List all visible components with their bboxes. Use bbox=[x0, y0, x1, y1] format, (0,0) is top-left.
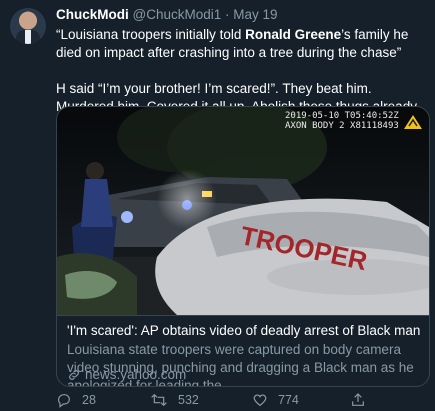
card-source[interactable]: news.yahoo.com bbox=[67, 367, 186, 382]
author-handle[interactable]: @ChuckModi1 bbox=[133, 7, 222, 22]
like-button[interactable]: 774 bbox=[252, 392, 299, 408]
camera-timestamp: 2019-05-10 T05:40:52Z bbox=[285, 111, 399, 121]
camera-id: AXON BODY 2 X81118493 bbox=[285, 121, 399, 131]
author-name[interactable]: ChuckModi bbox=[56, 7, 129, 22]
bodycam-scene: TROOPER bbox=[57, 107, 429, 315]
reply-button[interactable]: 28 bbox=[56, 392, 96, 408]
link-icon bbox=[69, 369, 79, 380]
axon-logo-icon bbox=[403, 114, 423, 130]
separator-dot: · bbox=[225, 7, 230, 22]
card-text: 'I'm scared': AP obtains video of deadly… bbox=[57, 315, 429, 386]
bold-name: Ronald Greene bbox=[245, 27, 342, 42]
heart-icon bbox=[253, 394, 267, 407]
tweet[interactable]: ChuckModi @ChuckModi1 · May 19 “Louisian… bbox=[0, 0, 435, 411]
tweet-header: ChuckModi @ChuckModi1 · May 19 bbox=[56, 7, 278, 22]
retweet-count: 532 bbox=[178, 393, 199, 407]
tweet-paragraph-1: “Louisiana troopers initially told Ronal… bbox=[56, 26, 426, 62]
tweet-actions: 28 532 774 bbox=[56, 392, 428, 410]
camera-overlay: 2019-05-10 T05:40:52Z AXON BODY 2 X81118… bbox=[285, 111, 399, 131]
retweet-icon bbox=[151, 393, 167, 407]
like-count: 774 bbox=[278, 393, 299, 407]
card-title[interactable]: 'I'm scared': AP obtains video of deadly… bbox=[67, 323, 420, 338]
share-button[interactable] bbox=[350, 392, 366, 408]
link-card[interactable]: TROOPER 2019-05-10 T05:40:52Z AXON BODY … bbox=[56, 106, 430, 387]
share-icon bbox=[352, 393, 364, 406]
quote-start: “Louisiana troopers initially told bbox=[56, 27, 246, 42]
retweet-button[interactable]: 532 bbox=[150, 392, 199, 408]
reply-icon bbox=[58, 394, 70, 408]
reply-count: 28 bbox=[82, 393, 96, 407]
tweet-date[interactable]: May 19 bbox=[233, 7, 277, 22]
card-image[interactable]: TROOPER 2019-05-10 T05:40:52Z AXON BODY … bbox=[57, 107, 429, 315]
avatar[interactable] bbox=[10, 8, 46, 44]
tweet-text: “Louisiana troopers initially told Ronal… bbox=[56, 26, 426, 116]
avatar-shirt bbox=[25, 30, 31, 44]
source-domain: news.yahoo.com bbox=[85, 367, 187, 382]
